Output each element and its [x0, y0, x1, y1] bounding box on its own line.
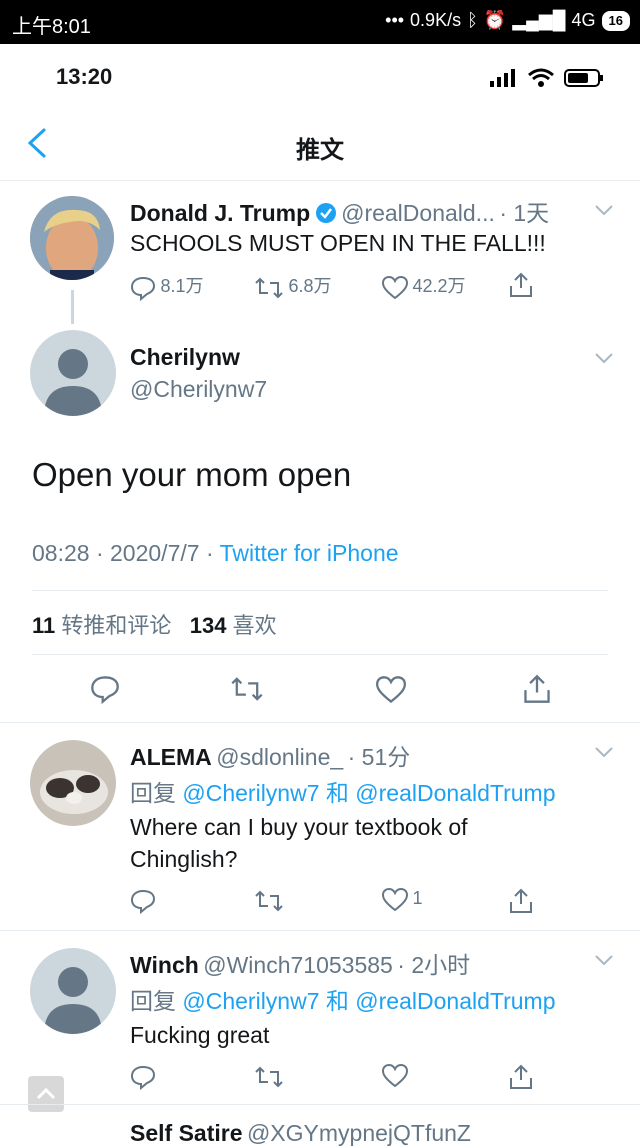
reply-text-line: Fucking great: [130, 1022, 270, 1048]
alarm-icon: ⏰: [483, 10, 507, 30]
bluetooth-icon: ᛒ: [467, 10, 478, 30]
retweet-action[interactable]: 6.8万: [254, 272, 331, 301]
network-type: 4G: [571, 10, 596, 30]
tweet-header: 推文: [0, 106, 640, 181]
dots-icon: •••: [385, 10, 405, 30]
reply-icon: [130, 276, 156, 301]
author-name[interactable]: Winch: [130, 952, 199, 978]
tweet-time: 08:28: [32, 540, 90, 566]
tweet-metadata: 08:28 · 2020/7/7 · Twitter for iPhone: [32, 540, 399, 566]
reply-context: 回复 @Cherilynw7 和 @realDonaldTrump: [130, 988, 556, 1014]
page-title: 推文: [296, 137, 344, 164]
author-name[interactable]: ALEMA: [130, 744, 212, 770]
main-tweet-actions: [0, 672, 640, 708]
wifi-icon: [528, 68, 554, 87]
engagement-stats: 11 转推和评论 134 喜欢: [32, 608, 277, 640]
scroll-top-button[interactable]: [28, 1076, 64, 1112]
parent-tweet-header: Donald J. Trump @realDonald... · 1天: [130, 194, 549, 228]
signal-icon: ▂▄▆█: [512, 10, 566, 30]
author-name[interactable]: Donald J. Trump: [130, 200, 310, 226]
share-icon[interactable]: [522, 674, 552, 704]
retweet-icon[interactable]: [230, 674, 264, 704]
mention-link[interactable]: @realDonaldTrump: [355, 780, 555, 806]
main-tweet-text: Open your mom open: [32, 456, 352, 493]
outer-time: 上午8:01: [12, 16, 91, 38]
heart-icon[interactable]: [382, 1064, 408, 1088]
author-name[interactable]: Cherilynw: [130, 344, 240, 371]
alema-avatar[interactable]: [30, 740, 116, 826]
author-handle[interactable]: @XGYmypnejQTfunZ: [247, 1120, 471, 1146]
cellular-icon: [490, 69, 515, 87]
cherilynw-avatar[interactable]: [30, 330, 116, 416]
reply-icon[interactable]: [130, 888, 156, 914]
outer-status-bar: 上午8:01 ••• 0.9K/s ᛒ ⏰ ▂▄▆█ 4G 16: [0, 0, 640, 44]
like-count: 1: [412, 888, 423, 909]
heart-icon: [381, 887, 409, 912]
reply-header: ALEMA @sdlonline_ · 51分: [130, 738, 410, 772]
mention-link[interactable]: @realDonaldTrump: [355, 988, 555, 1014]
divider: [32, 590, 608, 591]
divider: [32, 654, 608, 655]
reply-count: 8.1万: [160, 276, 204, 296]
reply-actions: 1: [130, 887, 550, 916]
reply-context: 回复 @Cherilynw7 和 @realDonaldTrump: [130, 780, 556, 806]
parent-tweet-actions: 8.1万 6.8万 42.2万: [130, 272, 550, 303]
verified-badge-icon: [315, 203, 336, 223]
tweet-source-link[interactable]: Twitter for iPhone: [220, 540, 399, 566]
share-icon[interactable]: [508, 1064, 534, 1090]
author-handle[interactable]: @Cherilynw7: [130, 376, 267, 403]
divider: [0, 930, 640, 931]
like-count: 42.2万: [412, 276, 466, 296]
tweet-age: · 2小时: [397, 952, 471, 978]
reply-icon[interactable]: [90, 674, 120, 704]
inner-status-bar: 13:20: [0, 44, 640, 106]
share-icon[interactable]: [508, 888, 534, 914]
tweet-date: 2020/7/7: [110, 540, 200, 566]
trump-avatar[interactable]: [30, 196, 114, 280]
reply-icon[interactable]: [130, 1064, 156, 1090]
retweet-icon[interactable]: [254, 1064, 284, 1090]
retweet-icon[interactable]: [254, 888, 284, 914]
parent-tweet-text: SCHOOLS MUST OPEN IN THE FALL!!!: [130, 230, 546, 256]
retweet-icon: [255, 277, 283, 299]
chevron-up-icon: [36, 1087, 56, 1100]
heart-icon[interactable]: [376, 676, 406, 704]
author-handle[interactable]: @Winch71053585: [203, 952, 393, 978]
reply-actions: [130, 1064, 550, 1092]
reply-action[interactable]: 8.1万: [130, 272, 203, 301]
divider: [0, 722, 640, 723]
battery-level: 16: [601, 10, 630, 31]
retweet-count: 6.8万: [288, 276, 332, 296]
winch-avatar[interactable]: [30, 948, 116, 1034]
chevron-down-icon[interactable]: [594, 746, 614, 758]
chevron-down-icon[interactable]: [594, 954, 614, 966]
reply-text-line: Where can I buy your textbook of: [130, 814, 468, 840]
author-handle[interactable]: @sdlonline_: [216, 744, 343, 770]
tweet-age: · 51分: [347, 744, 411, 770]
author-handle[interactable]: @realDonald...: [341, 200, 495, 226]
share-action[interactable]: [508, 272, 534, 303]
heart-icon: [381, 275, 409, 300]
mention-link[interactable]: @Cherilynw7: [182, 780, 319, 806]
share-icon: [510, 272, 532, 297]
reply-header: Winch @Winch71053585 · 2小时: [130, 946, 470, 980]
like-total[interactable]: 134 喜欢: [190, 613, 277, 638]
inner-time: 13:20: [56, 64, 113, 89]
thread-line: [71, 290, 74, 324]
reply-header: Self Satire @XGYmypnejQTfunZ: [130, 1120, 471, 1147]
tweet-age: · 1天: [499, 200, 550, 226]
battery-icon: [564, 69, 603, 87]
author-name[interactable]: Self Satire: [130, 1120, 243, 1146]
reply-text-line: Chinglish?: [130, 846, 238, 872]
chevron-down-icon[interactable]: [594, 352, 614, 364]
mention-link[interactable]: @Cherilynw7: [182, 988, 319, 1014]
like-action[interactable]: 1: [381, 887, 423, 912]
retweet-total[interactable]: 11 转推和评论: [32, 613, 178, 638]
net-speed: 0.9K/s: [410, 10, 462, 30]
like-action[interactable]: 42.2万: [381, 272, 466, 300]
chevron-down-icon[interactable]: [594, 204, 614, 216]
divider: [0, 1104, 640, 1105]
